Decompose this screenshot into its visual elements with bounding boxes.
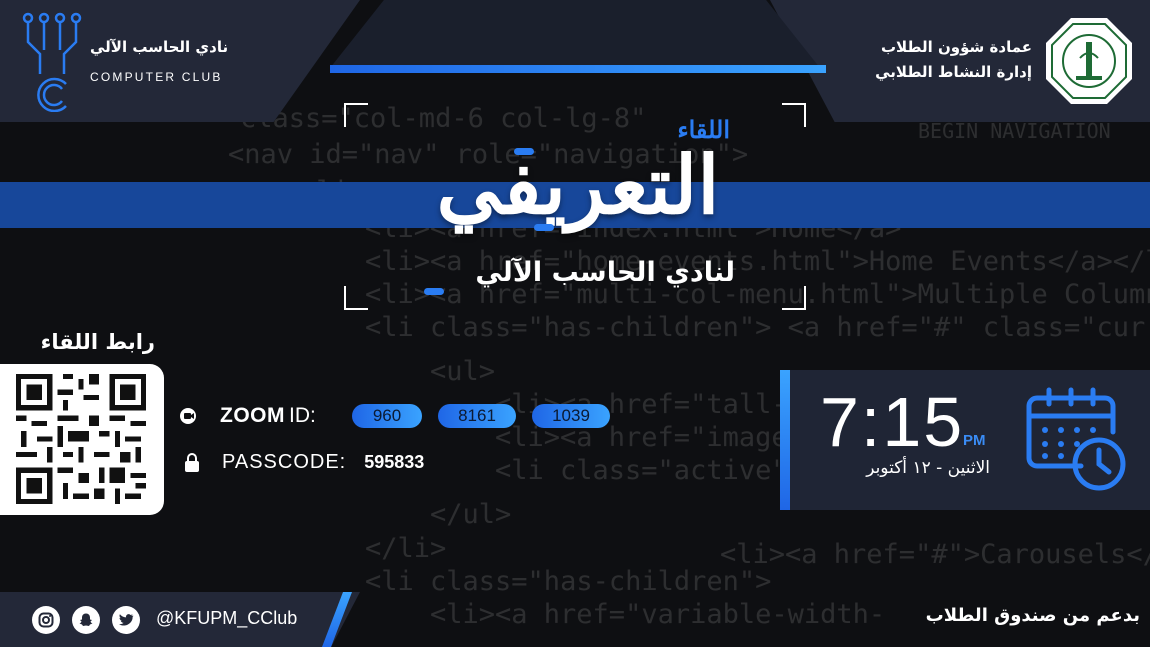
code-line: <ul> (430, 356, 496, 387)
event-time: 7:15 (820, 383, 965, 461)
code-line: <li><a href="variable-width- (430, 599, 886, 630)
frame-corner (782, 286, 806, 310)
code-line: <li class="active"> (495, 455, 804, 486)
deanship-subtitle: إدارة النشاط الطلابي (875, 63, 1032, 81)
frame-corner (344, 103, 368, 127)
decor-dot (514, 148, 534, 155)
zoom-label: ZOOM (220, 404, 285, 427)
frame-corner (344, 286, 368, 310)
university-seal-icon (1046, 18, 1132, 104)
qr-card[interactable] (0, 364, 164, 515)
header-accent-line (330, 65, 826, 73)
title-subtitle: لنادي الحاسب الآلي (475, 257, 735, 288)
code-line: </ul> (430, 499, 512, 530)
qr-code-icon[interactable] (16, 374, 146, 504)
zoom-id-label: ID: (289, 404, 316, 427)
computer-club-logo (22, 12, 82, 112)
zoom-id-part[interactable]: 960 (352, 404, 422, 428)
lock-icon (185, 453, 199, 472)
deanship-title: عمادة شؤون الطلاب (880, 38, 1032, 56)
event-ampm: PM (963, 432, 986, 449)
social-handle[interactable]: @KFUPM_CClub (156, 608, 297, 629)
club-name-arabic: نادي الحاسب الآلي (90, 38, 229, 56)
code-line: <li class="has-children"> (365, 566, 772, 597)
decor-dot (424, 288, 444, 295)
code-line: </li> (365, 533, 447, 564)
code-line: <li><a href="#">Carousels</a> (720, 539, 1150, 570)
code-line: <li class="has-children"> <a href="#" cl… (365, 312, 1150, 343)
zoom-id-row: ZOOM ID: (180, 402, 316, 430)
snapchat-icon[interactable] (72, 606, 100, 634)
passcode-value[interactable]: 595833 (364, 452, 424, 473)
decor-dot (534, 224, 554, 231)
passcode-row: PASSCODE: 595833 (184, 448, 424, 476)
passcode-label: PASSCODE: (222, 450, 347, 473)
time-card-accent (780, 370, 790, 510)
support-text: بدعم من صندوق الطلاب (925, 605, 1140, 626)
frame-corner (782, 103, 806, 127)
video-camera-icon (180, 408, 196, 424)
meeting-link-label: رابط اللقاء (40, 330, 155, 354)
title-main: التعريفي (436, 138, 720, 232)
instagram-icon[interactable] (32, 606, 60, 634)
header-panel-center (330, 0, 820, 68)
twitter-icon[interactable] (112, 606, 140, 634)
event-date: الاثنين - ١٢ أكتوبر (866, 458, 990, 478)
calendar-clock-icon (1026, 387, 1126, 491)
zoom-id-part[interactable]: 8161 (438, 404, 516, 428)
zoom-id-part[interactable]: 1039 (532, 404, 610, 428)
club-name-english: COMPUTER CLUB (90, 70, 223, 84)
